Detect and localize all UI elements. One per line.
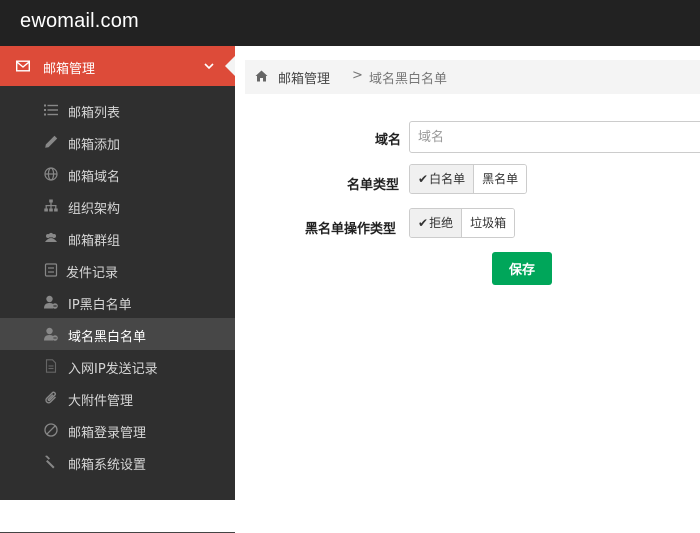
option-label: 拒绝 <box>429 216 454 230</box>
blacklist-action-option-junk[interactable]: 垃圾箱 <box>461 209 515 237</box>
sidebar-item-label: 入网IP发送记录 <box>68 362 158 377</box>
option-label: 白名单 <box>429 172 466 186</box>
sidebar-item-inbound-ip-send-records[interactable]: 入网IP发送记录 <box>0 350 235 382</box>
breadcrumb-separator: > <box>352 68 363 83</box>
breadcrumb: 邮箱管理 > 域名黑白名单 <box>245 60 700 94</box>
list-icon <box>44 104 58 116</box>
check-icon: ✔ <box>418 172 429 186</box>
sidebar-item-label: 大附件管理 <box>68 394 134 409</box>
sidebar-item-label: 邮箱域名 <box>68 170 121 185</box>
sidebar-item-large-attachments[interactable]: 大附件管理 <box>0 382 235 414</box>
sitemap-icon <box>44 199 58 212</box>
sidebar-item-org-structure[interactable]: 组织架构 <box>0 190 235 222</box>
envelope-icon <box>16 60 30 72</box>
sidebar-menu: 邮箱列表 邮箱添加 邮箱域名 组织架构 邮箱群组 发件记录 IP黑白名单 域名黑… <box>0 94 235 478</box>
sidebar-item-mailbox-domains[interactable]: 邮箱域名 <box>0 158 235 190</box>
brand-logo[interactable]: ewomail.com <box>20 10 139 33</box>
blacklist-action-option-reject[interactable]: ✔拒绝 <box>410 209 462 237</box>
save-button[interactable]: 保存 <box>492 252 552 285</box>
list-type-label: 名单类型 <box>347 178 400 193</box>
sidebar-item-mailbox-list[interactable]: 邮箱列表 <box>0 94 235 126</box>
sidebar-item-mailbox-groups[interactable]: 邮箱群组 <box>0 222 235 254</box>
sidebar-item-label: 邮箱登录管理 <box>68 426 147 441</box>
record-icon <box>44 263 58 277</box>
breadcrumb-parent-link[interactable]: 邮箱管理 <box>278 68 330 87</box>
sidebar-item-label: 域名黑白名单 <box>68 330 147 345</box>
sidebar-item-login-management[interactable]: 邮箱登录管理 <box>0 414 235 446</box>
list-type-toggle: ✔白名单 黑名单 <box>409 164 528 194</box>
user-block-icon <box>44 327 58 341</box>
ban-icon <box>44 423 58 437</box>
users-icon <box>45 232 57 242</box>
sidebar-section-mailbox-management[interactable]: 邮箱管理 <box>0 46 235 86</box>
blacklist-action-toggle: ✔拒绝 垃圾箱 <box>409 208 516 238</box>
sidebar-item-label: IP黑白名单 <box>68 298 132 313</box>
sidebar-item-label: 邮箱列表 <box>68 106 121 121</box>
sidebar: 邮箱管理 邮箱列表 邮箱添加 邮箱域名 组织架构 邮箱群组 发件记录 IP黑白名… <box>0 46 235 533</box>
sidebar-item-domain-blackwhite-list[interactable]: 域名黑白名单 <box>0 318 235 350</box>
sidebar-item-label: 发件记录 <box>66 266 119 281</box>
chevron-down-icon <box>204 63 214 70</box>
user-block-icon <box>44 295 58 309</box>
list-type-option-whitelist[interactable]: ✔白名单 <box>410 165 474 193</box>
sidebar-section-label: 邮箱管理 <box>43 62 96 77</box>
domain-input[interactable] <box>409 121 700 153</box>
option-label: 黑名单 <box>482 172 519 186</box>
paperclip-icon <box>45 391 56 404</box>
sidebar-item-label: 邮箱群组 <box>68 234 121 249</box>
sidebar-item-ip-blackwhite-list[interactable]: IP黑白名单 <box>0 286 235 318</box>
sidebar-item-label: 邮箱添加 <box>68 138 121 153</box>
sidebar-item-label: 组织架构 <box>68 202 121 217</box>
blacklist-action-label: 黑名单操作类型 <box>305 222 397 237</box>
breadcrumb-current: 域名黑白名单 <box>369 72 448 87</box>
sidebar-item-system-settings[interactable]: 邮箱系统设置 <box>0 446 235 478</box>
sidebar-item-send-records[interactable]: 发件记录 <box>0 254 235 286</box>
list-type-option-blacklist[interactable]: 黑名单 <box>473 165 527 193</box>
file-icon <box>45 359 57 373</box>
option-label: 垃圾箱 <box>470 216 507 230</box>
active-section-pointer <box>225 56 235 76</box>
domain-label: 域名 <box>375 133 402 148</box>
check-icon: ✔ <box>418 216 429 230</box>
main-content: 邮箱管理 > 域名黑白名单 域名 名单类型 ✔白名单 黑名单 黑名单操作类型 ✔… <box>235 46 700 500</box>
wrench-icon <box>45 455 55 469</box>
sidebar-item-mailbox-add[interactable]: 邮箱添加 <box>0 126 235 158</box>
pencil-icon <box>45 135 58 148</box>
globe-icon <box>44 167 58 181</box>
home-icon[interactable] <box>255 70 268 82</box>
sidebar-item-label: 邮箱系统设置 <box>68 458 147 473</box>
top-navbar: ewomail.com <box>0 0 700 46</box>
